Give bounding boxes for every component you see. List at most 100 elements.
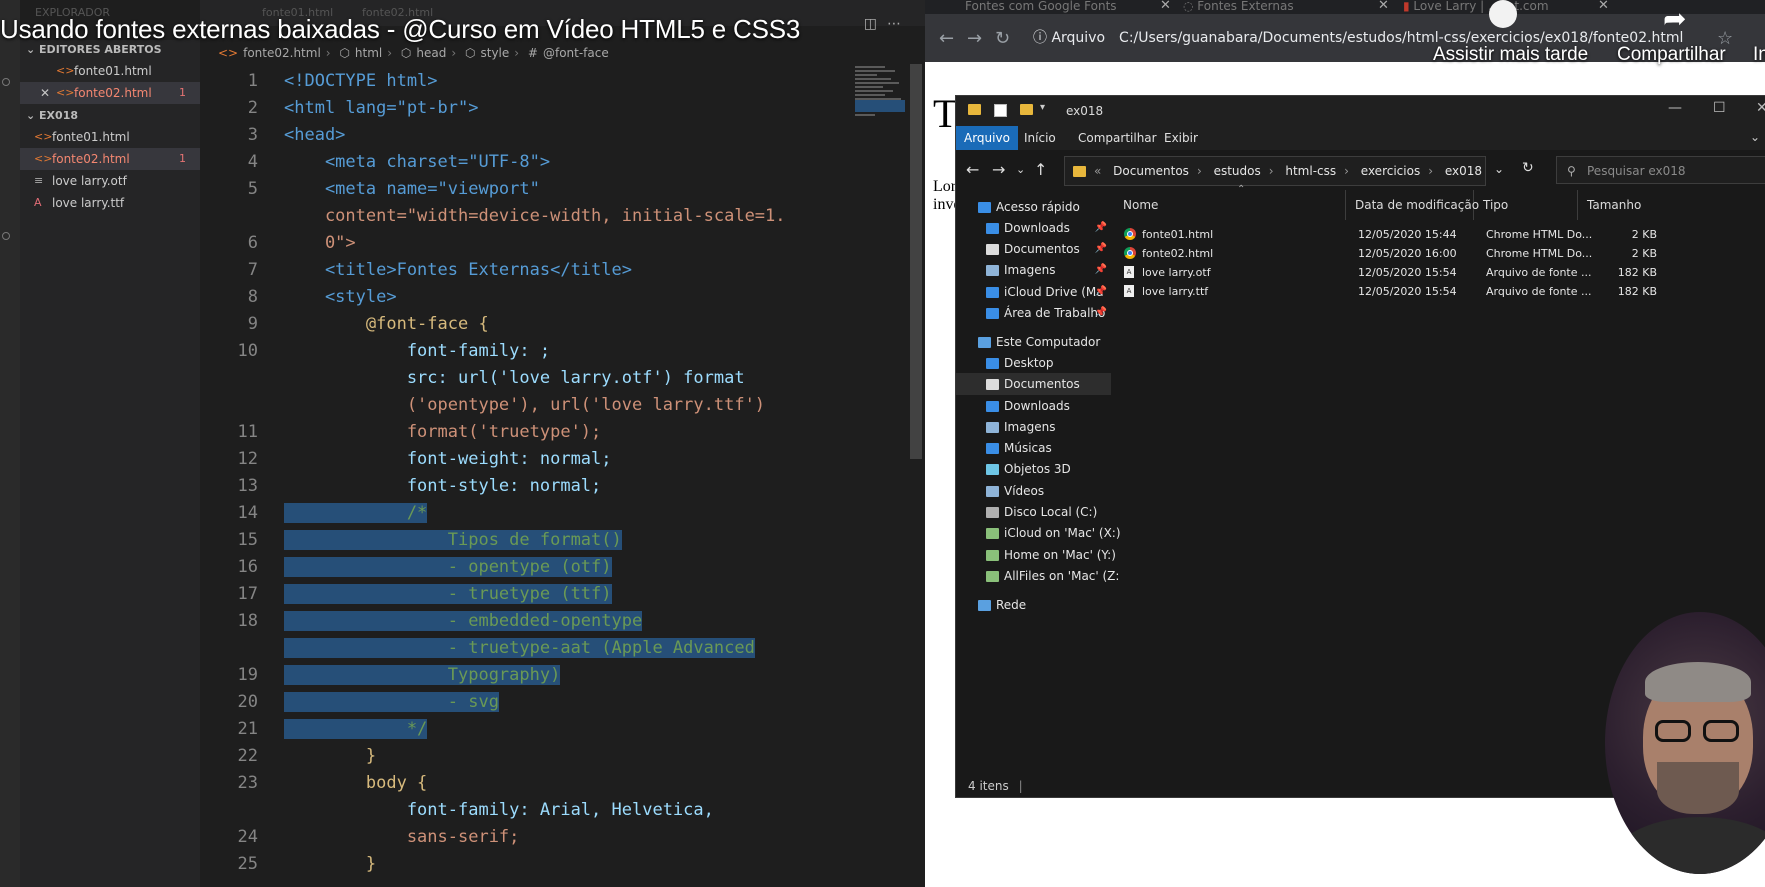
- file-row[interactable]: Alove larry.ttf 12/05/2020 15:54 Arquivo d…: [1111, 281, 1765, 302]
- file-row[interactable]: Alove larry.otf 12/05/2020 15:54 Arquivo d…: [1111, 262, 1765, 283]
- breadcrumb-item[interactable]: @font-face: [543, 46, 609, 60]
- split-editor-icon[interactable]: ◫: [864, 16, 887, 32]
- code-line[interactable]: <title>Fontes Externas</title>: [284, 257, 904, 284]
- minimize-icon[interactable]: —: [1668, 100, 1682, 116]
- code-line[interactable]: body {: [284, 770, 904, 797]
- maximize-icon[interactable]: ☐: [1713, 100, 1726, 116]
- refresh-icon[interactable]: ↻: [1522, 160, 1534, 176]
- share-arrow-icon[interactable]: ➦: [1663, 2, 1686, 35]
- nav-item[interactable]: Documentos: [956, 373, 1111, 395]
- ribbon-tab-arquivo[interactable]: Arquivo: [956, 126, 1018, 150]
- close-icon[interactable]: ✕: [1756, 100, 1765, 116]
- back-icon[interactable]: ←: [966, 160, 979, 179]
- code-line[interactable]: - opentype (otf): [284, 554, 904, 581]
- reload-icon[interactable]: ↻: [995, 28, 1010, 49]
- code-line[interactable]: <style>: [284, 284, 904, 311]
- nav-item[interactable]: Músicas: [956, 437, 1111, 459]
- code-line[interactable]: font-weight: normal;: [284, 446, 904, 473]
- path-segment[interactable]: html-css: [1285, 164, 1336, 178]
- nav-item[interactable]: Este Computador: [956, 331, 1111, 353]
- more-overlay-label[interactable]: In: [1753, 44, 1765, 66]
- nav-item[interactable]: Home on 'Mac' (Y:): [956, 544, 1116, 566]
- column-header-name[interactable]: Nome: [1123, 190, 1346, 220]
- nav-item[interactable]: iCloud on 'Mac' (X:): [956, 522, 1121, 544]
- forward-icon[interactable]: →: [992, 160, 1005, 179]
- folder-header[interactable]: ⌄ EX018: [20, 106, 200, 126]
- code-line[interactable]: sans-serif;: [284, 824, 904, 851]
- path-bar[interactable]: « Documentos › estudos › html-css › exercic…: [1064, 156, 1486, 186]
- pin-icon[interactable]: 📌: [1095, 217, 1107, 239]
- file-row[interactable]: fonte01.html 12/05/2020 15:44 Chrome HTML …: [1111, 224, 1765, 245]
- code-line[interactable]: src: url('love larry.otf') format: [284, 365, 904, 392]
- code-line[interactable]: }: [284, 851, 904, 878]
- activity-icon[interactable]: [2, 78, 10, 86]
- code-line[interactable]: format('truetype');: [284, 419, 904, 446]
- recent-dropdown-icon[interactable]: ⌄: [1016, 163, 1025, 176]
- path-segment[interactable]: ex018: [1445, 164, 1482, 178]
- nav-item[interactable]: Vídeos: [956, 480, 1111, 502]
- file-item[interactable]: <> fonte01.html: [20, 126, 200, 148]
- file-row[interactable]: fonte02.html 12/05/2020 16:00 Chrome HTML …: [1111, 243, 1765, 264]
- properties-icon[interactable]: [994, 104, 1007, 117]
- nav-item[interactable]: Objetos 3D: [956, 458, 1111, 480]
- up-icon[interactable]: ↑: [1034, 160, 1047, 179]
- code-line[interactable]: @font-face {: [284, 311, 904, 338]
- nav-item[interactable]: Downloads: [956, 395, 1111, 417]
- browser-tab[interactable]: Fontes com Google Fonts ✕: [965, 0, 1175, 14]
- code-line[interactable]: content="width=device-width, initial-sca…: [284, 203, 904, 230]
- code-line[interactable]: }: [284, 743, 904, 770]
- nav-item[interactable]: iCloud Drive (Ma 📌: [956, 281, 1111, 303]
- watch-later-label[interactable]: Assistir mais tarde: [1433, 44, 1588, 66]
- more-actions-icon[interactable]: ⋯: [887, 16, 911, 32]
- share-label[interactable]: Compartilhar: [1617, 44, 1726, 66]
- pin-icon[interactable]: 📌: [1095, 281, 1107, 303]
- pin-icon[interactable]: 📌: [1095, 259, 1107, 281]
- code-line[interactable]: font-family: ;: [284, 338, 904, 365]
- path-dropdown-icon[interactable]: ⌄: [1494, 162, 1504, 176]
- minimap[interactable]: [855, 64, 905, 164]
- column-header-type[interactable]: Tipo: [1483, 190, 1578, 220]
- code-line[interactable]: font-family: Arial, Helvetica,: [284, 797, 904, 824]
- ribbon-tab-inicio[interactable]: Início: [1016, 126, 1064, 150]
- code-line[interactable]: - truetype-aat (Apple Advanced: [284, 635, 904, 662]
- browser-tab[interactable]: ◌ Fontes Externas ✕: [1183, 0, 1393, 14]
- column-header-size[interactable]: Tamanho: [1587, 190, 1657, 220]
- open-editor-item[interactable]: ✕ <> fonte02.html 1: [20, 82, 200, 104]
- quick-access-dropdown-icon[interactable]: ▾: [1040, 102, 1045, 113]
- file-item[interactable]: <> fonte02.html 1: [20, 148, 200, 170]
- code-line[interactable]: - svg: [284, 689, 904, 716]
- path-segment[interactable]: Documentos: [1113, 164, 1189, 178]
- breadcrumb-item[interactable]: html: [355, 46, 382, 60]
- close-icon[interactable]: ✕: [1378, 0, 1389, 12]
- path-segment[interactable]: estudos: [1214, 164, 1261, 178]
- nav-item[interactable]: Imagens 📌: [956, 259, 1111, 281]
- code-line[interactable]: - truetype (ttf): [284, 581, 904, 608]
- code-line[interactable]: font-style: normal;: [284, 473, 904, 500]
- ribbon-tab-compartilhar[interactable]: Compartilhar: [1070, 126, 1165, 150]
- column-header-date[interactable]: Data de modificação: [1355, 190, 1479, 220]
- file-item[interactable]: ≡ love larry.otf: [20, 170, 200, 192]
- code-line[interactable]: 0">: [284, 230, 904, 257]
- code-line[interactable]: /*: [284, 500, 904, 527]
- breadcrumb-item[interactable]: style: [480, 46, 509, 60]
- activity-icon[interactable]: [2, 232, 10, 240]
- breadcrumb-item[interactable]: fonte02.html: [243, 46, 321, 60]
- code-line[interactable]: Typography): [284, 662, 904, 689]
- code-line[interactable]: <meta name="viewport": [284, 176, 904, 203]
- nav-item[interactable]: Disco Local (C:): [956, 501, 1111, 523]
- nav-item[interactable]: Downloads 📌: [956, 217, 1111, 239]
- open-editor-item[interactable]: <> fonte01.html: [20, 60, 200, 82]
- nav-item[interactable]: Área de Trabalho 📌: [956, 302, 1111, 324]
- close-icon[interactable]: ✕: [1598, 0, 1609, 12]
- code-line[interactable]: <meta charset="UTF-8">: [284, 149, 904, 176]
- search-box[interactable]: ⚲ Pesquisar ex018: [1556, 156, 1765, 184]
- pin-icon[interactable]: 📌: [1095, 302, 1107, 324]
- code-line[interactable]: - embedded-opentype: [284, 608, 904, 635]
- close-icon[interactable]: ✕: [40, 82, 50, 104]
- nav-item[interactable]: Acesso rápido: [956, 196, 1111, 218]
- code-line[interactable]: <!DOCTYPE html>: [284, 68, 904, 95]
- back-icon[interactable]: ←: [939, 28, 954, 49]
- close-icon[interactable]: ✕: [1160, 0, 1171, 12]
- watch-later-clock-icon[interactable]: [1489, 0, 1517, 28]
- code-line[interactable]: Tipos de format(): [284, 527, 904, 554]
